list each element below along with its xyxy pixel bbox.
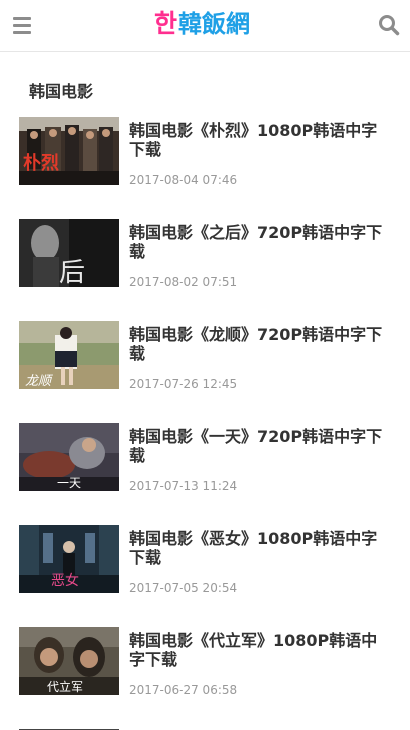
list-item[interactable]: 代立军 韩国电影《代立军》1080P韩语中字下载 2017-06-27 06:5… [0,627,410,729]
article-thumbnail[interactable]: 后 [19,219,119,287]
list-item[interactable]: 朴烈 韩国电影《朴烈》1080P韩语中字下载 2017-08-04 07:46 [0,117,410,219]
thumb-overlay-text: 代立军 [47,679,83,694]
menu-icon[interactable] [13,16,33,34]
article-date: 2017-06-27 06:58 [129,683,238,697]
search-icon[interactable] [378,14,400,36]
article-thumbnail[interactable]: 一天 [19,423,119,491]
article-date: 2017-08-02 07:51 [129,275,238,289]
section-title: 韩国电影 [29,82,94,101]
logo-text: 韓飯網 [178,10,251,38]
article-list: 朴烈 韩国电影《朴烈》1080P韩语中字下载 2017-08-04 07:46 … [0,117,410,729]
article-date: 2017-07-05 20:54 [129,581,238,595]
thumb-overlay-text: 龙顺 [25,374,54,389]
article-thumbnail[interactable]: 龙顺 [19,321,119,389]
list-item[interactable]: 龙顺 韩国电影《龙顺》720P韩语中字下载 2017-07-26 12:45 [0,321,410,423]
thumb-overlay-text: 恶女 [51,572,79,589]
list-item[interactable]: 恶女 韩国电影《恶女》1080P韩语中字下载 2017-07-05 20:54 [0,525,410,627]
article-thumbnail[interactable]: 朴烈 [19,117,119,185]
thumb-overlay-text: 朴烈 [23,152,59,174]
site-logo[interactable]: 한 韓飯網 [154,8,250,40]
article-title[interactable]: 韩国电影《恶女》1080P韩语中字下载 [129,529,391,567]
thumb-overlay-text: 后 [59,258,85,287]
article-date: 2017-07-13 11:24 [129,479,238,493]
article-date: 2017-08-04 07:46 [129,173,238,187]
list-item[interactable]: 一天 韩国电影《一天》720P韩语中字下载 2017-07-13 11:24 [0,423,410,525]
article-title[interactable]: 韩国电影《一天》720P韩语中字下载 [129,427,391,465]
article-title[interactable]: 韩国电影《代立军》1080P韩语中字下载 [129,631,391,669]
article-thumbnail[interactable]: 恶女 [19,525,119,593]
article-title[interactable]: 韩国电影《之后》720P韩语中字下载 [129,223,391,261]
top-header: 한 韓飯網 [0,0,410,52]
logo-mark: 한 [154,9,178,38]
article-title[interactable]: 韩国电影《龙顺》720P韩语中字下载 [129,325,391,363]
article-title[interactable]: 韩国电影《朴烈》1080P韩语中字下载 [129,121,391,159]
list-item[interactable]: 后 韩国电影《之后》720P韩语中字下载 2017-08-02 07:51 [0,219,410,321]
thumb-overlay-text: 一天 [57,476,81,490]
article-thumbnail[interactable]: 代立军 [19,627,119,695]
article-date: 2017-07-26 12:45 [129,377,238,391]
